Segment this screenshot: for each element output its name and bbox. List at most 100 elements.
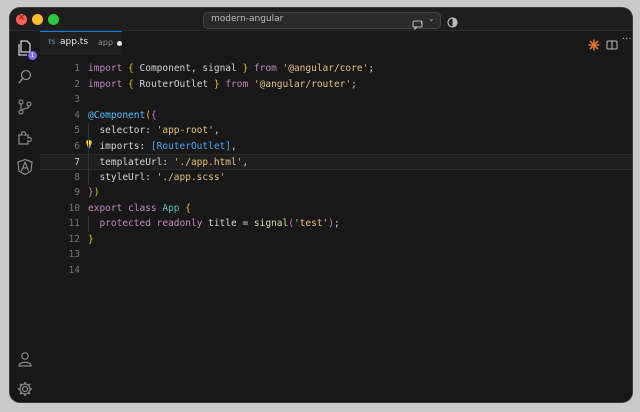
tab-file-description: app: [98, 38, 114, 47]
code-line[interactable]: 1 import { Component, signal } from '@ang…: [40, 61, 632, 77]
code-line[interactable]: 7 templateUrl: './app.html',: [40, 154, 632, 170]
search-text: modern-angular: [211, 14, 284, 24]
code-token: from: [219, 78, 254, 90]
contrast-icon[interactable]: [447, 13, 458, 32]
code-line[interactable]: 8 styleUrl: './app.scss': [40, 170, 632, 186]
tab-file-name: app.ts: [60, 37, 89, 47]
close-window-button[interactable]: ×: [16, 12, 27, 25]
code-token: {: [150, 109, 157, 121]
indent-guide: [88, 216, 89, 232]
code-line[interactable]: 5 selector: 'app-root',: [40, 123, 632, 139]
explorer-icon[interactable]: 1: [16, 39, 37, 60]
account-icon[interactable]: [16, 350, 34, 368]
typescript-file-icon: TS: [48, 39, 56, 46]
code-line[interactable]: 10 export class App {: [40, 201, 632, 217]
code-token: selector:: [88, 125, 157, 136]
code-line[interactable]: 9}): [40, 185, 632, 201]
code-token: './app.html': [173, 157, 243, 168]
code-token: ;: [368, 63, 375, 74]
line-number: 12: [68, 233, 80, 245]
code-token: protected readonly: [88, 218, 209, 229]
code-token: '@angular/router': [253, 78, 352, 90]
angular-icon[interactable]: [16, 158, 34, 176]
angular-language-service-icon[interactable]: [588, 36, 600, 55]
code-token: templateUrl:: [88, 157, 174, 168]
line-number: 8: [74, 171, 80, 183]
line-number: 13: [68, 249, 80, 260]
tab-app-ts[interactable]: TS app.ts app: [40, 31, 122, 56]
chevron-down-icon[interactable]: ⌄: [428, 14, 435, 23]
line-number: 11: [68, 218, 80, 229]
code-line[interactable]: 4 @Component({: [40, 108, 632, 124]
line-code: import { Component, signal } from '@angu…: [88, 63, 374, 74]
search-icon[interactable]: [16, 68, 34, 86]
code-line[interactable]: 2 import { RouterOutlet } from '@angular/…: [40, 77, 632, 93]
settings-gear-icon[interactable]: [16, 380, 34, 398]
line-code: imports: [RouterOutlet],: [88, 140, 237, 152]
line-number: 2: [74, 78, 80, 90]
code-token: {: [128, 78, 140, 90]
line-code: styleUrl: './app.scss': [88, 172, 225, 183]
code-line[interactable]: 14: [40, 263, 632, 279]
line-number: 3: [74, 94, 80, 105]
line-number: 9: [74, 187, 80, 198]
maximize-window-button[interactable]: [48, 14, 59, 25]
code-token: import: [88, 63, 129, 74]
code-token: styleUrl:: [88, 171, 157, 183]
minimize-window-button[interactable]: [32, 14, 43, 25]
code-token: ;: [351, 78, 357, 90]
code-token: ;: [334, 218, 340, 229]
line-code: templateUrl: './app.html',: [88, 157, 248, 168]
code-token: 'app-root': [156, 125, 214, 136]
vscode-window: × modern-angular ⌄ 1 TS app.ts app ··· 1…: [10, 8, 632, 402]
code-token: title: [208, 218, 243, 229]
code-token: }: [88, 233, 94, 245]
code-line[interactable]: 11 protected readonly title = signal('te…: [40, 216, 632, 232]
source-control-icon[interactable]: [16, 98, 34, 116]
code-line[interactable]: 12}: [40, 232, 632, 248]
code-line[interactable]: 6💡 imports: [RouterOutlet],: [40, 139, 632, 155]
open-changes-icon[interactable]: [606, 36, 618, 55]
unsaved-dot-icon[interactable]: [117, 41, 122, 46]
line-code: @Component({: [88, 110, 157, 121]
code-token: RouterOutlet: [139, 78, 214, 90]
line-number: 5: [74, 125, 80, 136]
code-editor[interactable]: 1 import { Component, signal } from '@ang…: [40, 55, 632, 402]
more-actions-icon[interactable]: ···: [622, 34, 632, 45]
command-center-search[interactable]: modern-angular ⌄: [203, 12, 441, 31]
indent-guide: [88, 123, 89, 185]
code-token: import: [88, 78, 129, 90]
code-token: imports:: [88, 140, 151, 152]
code-token: ,: [231, 140, 237, 152]
code-token: App: [162, 202, 186, 214]
title-bar: × modern-angular ⌄: [10, 8, 632, 31]
code-token: signal: [253, 218, 289, 229]
code-token: 'test': [293, 218, 329, 229]
code-line[interactable]: 3: [40, 92, 632, 108]
code-token: {: [185, 202, 191, 214]
activity-bar: 1: [10, 31, 40, 402]
line-number: 6: [74, 140, 80, 152]
code-token: ): [93, 187, 100, 198]
code-line[interactable]: 13: [40, 247, 632, 263]
line-number: 1: [74, 63, 80, 74]
code-token: from: [248, 63, 283, 74]
line-code: }): [88, 187, 99, 198]
code-token: =: [242, 218, 254, 229]
code-token: './app.scss': [156, 171, 226, 183]
code-token: @Component: [88, 109, 146, 121]
code-token: export class: [88, 202, 163, 214]
editor-tab-bar: TS app.ts app ···: [40, 31, 632, 56]
close-icon: ×: [17, 12, 26, 23]
code-token: {: [128, 63, 140, 74]
line-code: selector: 'app-root',: [88, 125, 219, 136]
code-token: '@angular/core': [282, 63, 369, 74]
line-code: }: [88, 234, 94, 245]
code-token: [RouterOutlet]: [150, 140, 231, 152]
code-token: ,: [242, 157, 249, 168]
line-number: 7: [74, 157, 80, 168]
extensions-icon[interactable]: [16, 128, 34, 146]
code-token: Component, signal: [139, 63, 243, 74]
line-code: export class App {: [88, 203, 191, 214]
line-number: 4: [74, 109, 80, 121]
